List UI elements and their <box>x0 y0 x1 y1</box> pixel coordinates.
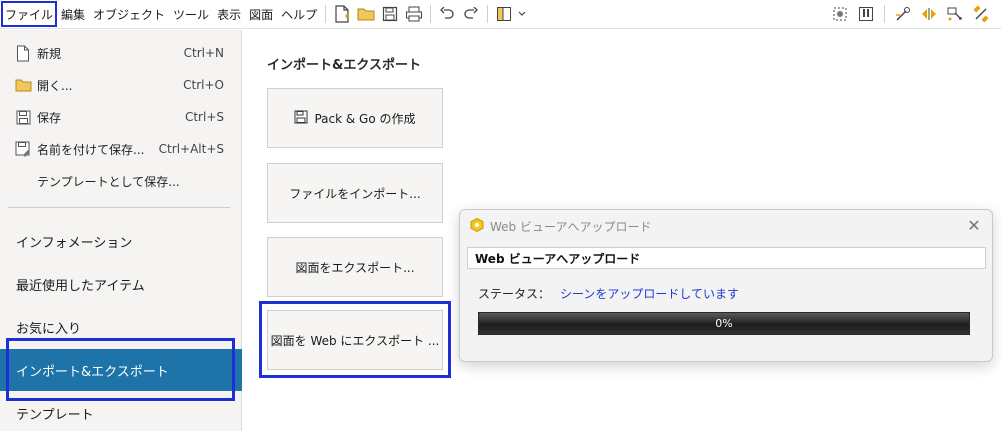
sidebar-item-import-export[interactable]: インポート&エクスポート <box>0 349 242 391</box>
sidebar-item-recent[interactable]: 最近使用したアイテム <box>0 263 242 305</box>
sidebar-item-information[interactable]: インフォメーション <box>0 220 242 262</box>
new-file-icon[interactable] <box>330 2 354 26</box>
pointer-icon[interactable] <box>943 2 967 26</box>
command-save-label: 保存 <box>37 110 62 125</box>
undo-icon[interactable] <box>435 2 459 26</box>
export-drawing-label: 図面をエクスポート... <box>295 260 415 275</box>
app-logo-icon <box>470 217 484 235</box>
save-icon[interactable] <box>378 2 402 26</box>
command-save-as-shortcut: Ctrl+Alt+S <box>158 142 224 156</box>
save-as-icon <box>14 140 32 158</box>
command-save-template[interactable]: テンプレートとして保存... <box>0 166 242 196</box>
toolbar-separator <box>325 5 327 23</box>
menu-file[interactable]: ファイル <box>1 1 58 27</box>
command-save-template-label: テンプレートとして保存... <box>37 174 180 189</box>
command-save-as[interactable]: 名前を付けて保存... Ctrl+Alt+S <box>0 134 242 164</box>
menu-drawing[interactable]: 図面 <box>245 1 277 27</box>
menu-bar: ファイル 編集 オブジェクト ツール 表示 図面 ヘルプ <box>0 0 1001 29</box>
page-title: インポート&エクスポート <box>267 58 421 73</box>
sidebar-divider <box>8 207 230 208</box>
command-save[interactable]: 保存 Ctrl+S <box>0 102 242 132</box>
sidebar-item-templates[interactable]: テンプレート <box>0 392 242 434</box>
upload-dialog: Web ビューアへアップロード ✕ Web ビューアへアップロード ステータス：… <box>459 209 993 362</box>
satellite-icon[interactable] <box>969 2 993 26</box>
new-file-icon <box>14 44 32 62</box>
open-folder-icon[interactable] <box>354 2 378 26</box>
command-open-label: 開く... <box>37 78 73 93</box>
import-file-button[interactable]: ファイルをインポート... <box>267 163 443 223</box>
backstage-sidebar: 新規 Ctrl+N 開く... Ctrl+O 保存 Ctrl+S 名前を付けて保… <box>0 30 242 431</box>
command-new[interactable]: 新規 Ctrl+N <box>0 38 242 68</box>
progress-text: 0% <box>715 317 733 330</box>
import-file-label: ファイルをインポート... <box>289 186 421 201</box>
save-icon <box>14 108 32 126</box>
panel-icon[interactable] <box>854 2 878 26</box>
chevron-down-icon[interactable] <box>516 2 528 26</box>
dialog-heading-field: Web ビューアへアップロード <box>467 247 986 269</box>
pack-and-go-label: Pack & Go の作成 <box>314 111 416 126</box>
menu-view[interactable]: 表示 <box>213 1 245 27</box>
toolbar-history-group <box>435 2 483 26</box>
menu-edit[interactable]: 編集 <box>57 1 89 27</box>
save-icon <box>294 110 308 127</box>
pack-and-go-button[interactable]: Pack & Go の作成 <box>267 88 443 148</box>
command-open-shortcut: Ctrl+O <box>183 78 224 92</box>
command-save-shortcut: Ctrl+S <box>184 110 224 124</box>
tool-icon[interactable] <box>891 2 915 26</box>
command-new-label: 新規 <box>37 46 62 61</box>
menu-tools[interactable]: ツール <box>169 1 213 27</box>
layout-icon[interactable] <box>492 2 516 26</box>
dialog-title-bar: Web ビューアへアップロード <box>470 216 652 236</box>
status-row: ステータス： シーンをアップロードしています <box>478 285 739 302</box>
command-save-as-label: 名前を付けて保存... <box>37 142 145 157</box>
print-icon[interactable] <box>402 2 426 26</box>
menu-object[interactable]: オブジェクト <box>89 1 169 27</box>
capture-icon[interactable] <box>828 2 852 26</box>
upload-progress-bar: 0% <box>478 312 970 335</box>
status-value: シーンをアップロードしています <box>560 287 740 301</box>
dialog-title: Web ビューアへアップロード <box>490 219 652 234</box>
toolbar-layout-group <box>492 2 528 26</box>
command-open[interactable]: 開く... Ctrl+O <box>0 70 242 100</box>
right-toolbar <box>828 2 993 26</box>
close-icon[interactable]: ✕ <box>964 215 984 235</box>
redo-icon[interactable] <box>459 2 483 26</box>
status-label: ステータス： <box>478 287 551 301</box>
menu-help[interactable]: ヘルプ <box>277 1 321 27</box>
export-to-web-label: 図面を Web にエクスポート ... <box>270 333 440 348</box>
sidebar-item-favorites[interactable]: お気に入り <box>0 306 242 348</box>
export-drawing-button[interactable]: 図面をエクスポート... <box>267 237 443 297</box>
arrows-icon[interactable] <box>917 2 941 26</box>
command-new-shortcut: Ctrl+N <box>183 46 224 60</box>
toolbar-file-group <box>330 2 426 26</box>
export-to-web-button[interactable]: 図面を Web にエクスポート ... <box>267 310 443 370</box>
folder-icon <box>14 76 32 94</box>
toolbar-separator <box>430 5 432 23</box>
toolbar-separator <box>884 5 885 23</box>
toolbar-separator <box>487 5 489 23</box>
